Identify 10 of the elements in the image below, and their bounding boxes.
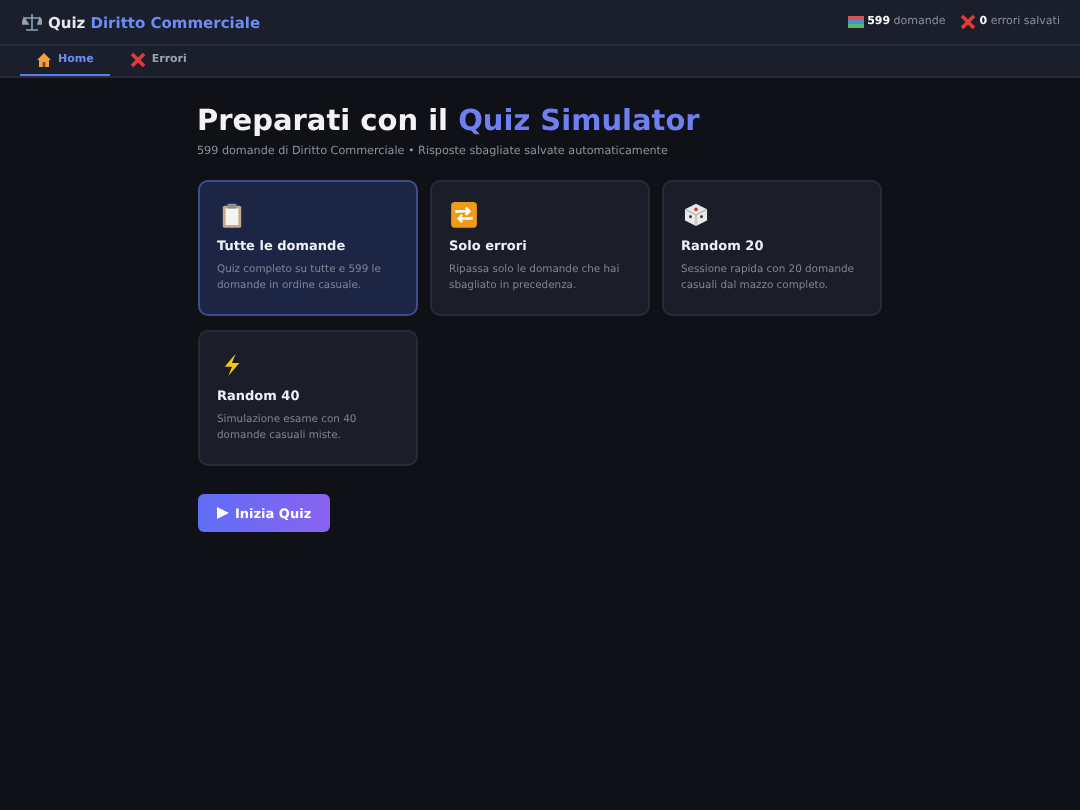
close-icon <box>129 52 146 68</box>
dice-icon <box>681 202 709 228</box>
repeat-icon <box>449 202 477 228</box>
page-heading: Preparati con il Quiz Simulator <box>197 106 702 138</box>
books-icon <box>847 14 864 30</box>
house-icon <box>36 52 52 68</box>
play-icon <box>215 506 229 520</box>
close-icon <box>959 14 976 30</box>
scales-icon <box>22 12 42 32</box>
clipboard-icon <box>217 202 245 228</box>
